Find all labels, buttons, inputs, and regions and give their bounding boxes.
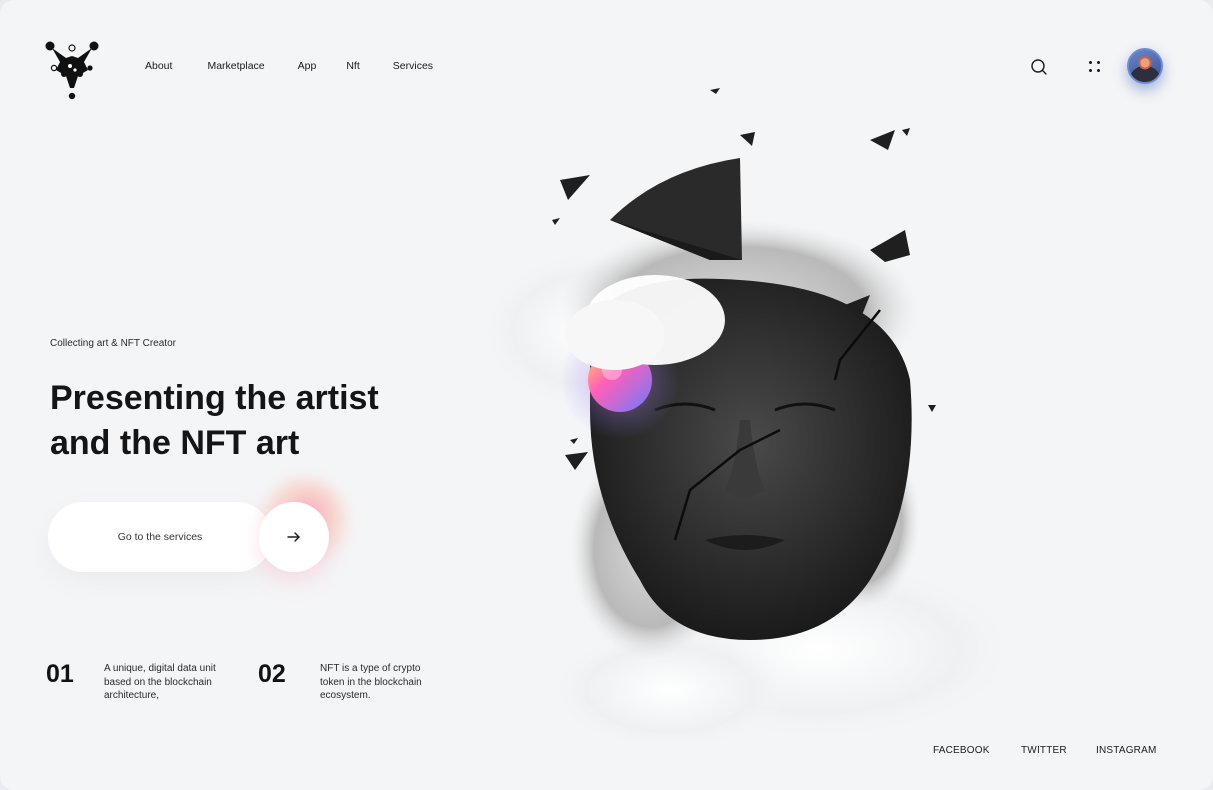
nav-link-nft[interactable]: Nft [346, 60, 359, 72]
nav-link-services[interactable]: Services [393, 60, 433, 72]
nav-link-about[interactable]: About [145, 60, 172, 72]
stat-2-line-2: token in the blockchain [320, 676, 422, 688]
stat-text-2: NFT is a type of crypto token in the blo… [320, 662, 455, 703]
social-link-twitter[interactable]: TWITTER [1021, 745, 1067, 756]
stat-1-line-3: architecture, [104, 690, 160, 701]
arrow-right-icon [287, 532, 300, 542]
stat-number-1: 01 [46, 660, 74, 688]
hero-title-line-1: Presenting the artist [50, 379, 379, 417]
cta-arrow-button[interactable] [259, 502, 329, 572]
hero-eyebrow: Collecting art & NFT Creator [50, 338, 176, 349]
stat-number-2: 02 [258, 660, 286, 688]
social-link-instagram[interactable]: INSTAGRAM [1096, 745, 1157, 756]
search-icon[interactable] [1029, 57, 1049, 77]
stat-1-line-1: A unique, digital data unit [104, 663, 216, 674]
social-link-facebook[interactable]: FACEBOOK [933, 745, 990, 756]
hero-title: Presenting the artist and the NFT art [50, 376, 470, 466]
main-nav: About Marketplace App Nft Services [145, 60, 433, 72]
brand-logo[interactable] [44, 40, 100, 102]
user-avatar[interactable] [1127, 48, 1163, 84]
grid-dots-icon[interactable] [1087, 59, 1103, 75]
stat-text-1: A unique, digital data unit based on the… [104, 662, 239, 703]
hero-title-line-2: and the NFT art [50, 424, 300, 462]
services-cta-label: Go to the services [117, 531, 203, 543]
nft-artwork-image [480, 88, 1020, 750]
stat-2-line-1: NFT is a type of crypto [320, 663, 421, 674]
stat-2-line-3: ecosystem. [320, 690, 371, 701]
nav-link-marketplace[interactable]: Marketplace [207, 60, 264, 72]
services-cta-button[interactable]: Go to the services [48, 502, 272, 572]
stat-1-line-2: based on the blockchain [104, 676, 212, 688]
nav-link-app[interactable]: App [298, 60, 317, 72]
page-frame: About Marketplace App Nft Services Colle… [0, 0, 1213, 790]
